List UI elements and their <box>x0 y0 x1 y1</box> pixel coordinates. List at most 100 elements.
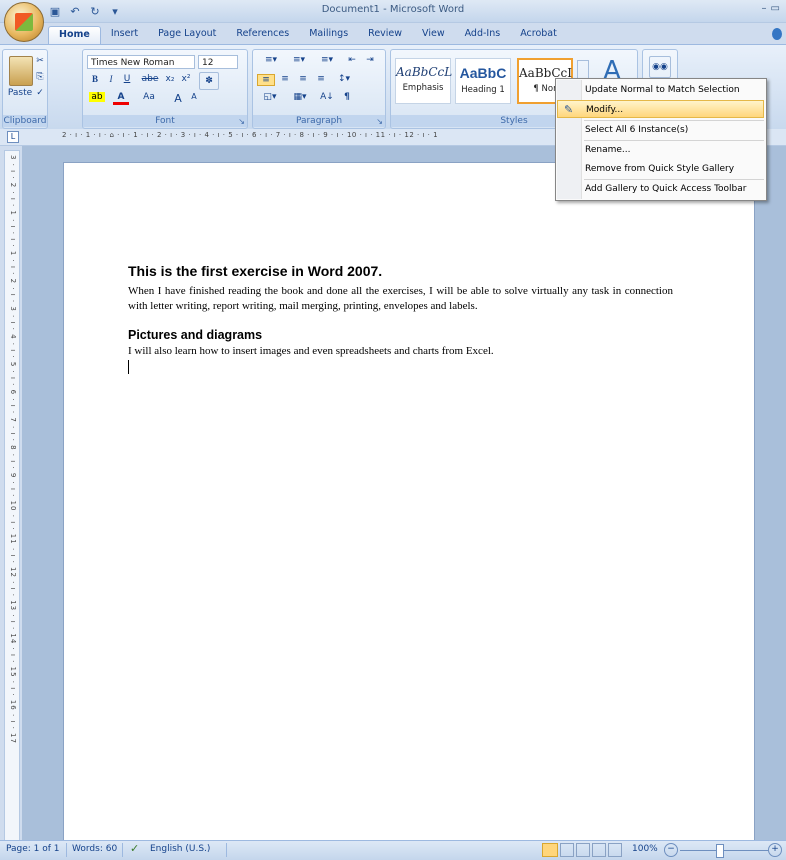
tab-add-ins[interactable]: Add-Ins <box>455 26 511 44</box>
tab-page-layout[interactable]: Page Layout <box>148 26 226 44</box>
multilevel-list-icon[interactable]: ≡▾ <box>313 55 341 65</box>
clipboard-group: Paste ✂ ⎘ ✓ Clipboard <box>2 49 48 129</box>
paragraph-group: ≡▾ ≡▾ ≡▾ ⇤ ⇥ ≡ ≡ ≡ ≡ ↕▾ ◱▾ ▦▾ A↓ ¶ Parag… <box>252 49 386 129</box>
document-paragraph-2: I will also learn how to insert images a… <box>128 345 494 357</box>
paragraph-dialog-launcher-icon[interactable]: ↘ <box>376 117 383 126</box>
document-paragraph-1: When I have finished reading the book an… <box>128 285 673 312</box>
decrease-indent-icon[interactable]: ⇤ <box>345 55 359 65</box>
zoom-slider-thumb[interactable] <box>716 844 724 858</box>
menu-item-add-gallery-to-qat[interactable]: Add Gallery to Quick Access Toolbar <box>557 180 764 198</box>
show-hide-button[interactable]: ¶ <box>339 92 355 102</box>
align-right-icon[interactable]: ≡ <box>295 74 311 84</box>
justify-icon[interactable]: ≡ <box>313 74 329 84</box>
tab-view[interactable]: View <box>412 26 455 44</box>
page-count[interactable]: Page: 1 of 1 <box>6 844 60 854</box>
clipboard-group-label: Clipboard <box>3 115 47 127</box>
sort-button[interactable]: A↓ <box>319 92 335 102</box>
clear-formatting-icon[interactable]: ✽ <box>199 72 219 90</box>
menu-item-modify-label: Modify... <box>586 105 624 115</box>
find-binoculars-icon[interactable]: ◉◉ <box>649 56 671 78</box>
borders-icon[interactable]: ▦▾ <box>287 92 313 102</box>
align-center-icon[interactable]: ≡ <box>277 74 293 84</box>
font-size-combo[interactable]: 12 <box>198 55 238 69</box>
context-menu: Update Normal to Match Selection ✎ Modif… <box>555 78 767 201</box>
align-left-icon[interactable]: ≡ <box>257 74 275 86</box>
grow-font-button[interactable]: A <box>171 92 185 105</box>
copy-icon[interactable]: ⎘ <box>35 72 45 82</box>
font-group-label: Font <box>83 115 247 127</box>
style-tile-emphasis[interactable]: AaBbCcL Emphasis <box>395 58 453 104</box>
line-spacing-icon[interactable]: ↕▾ <box>333 74 355 84</box>
bullets-icon[interactable]: ≡▾ <box>257 55 285 65</box>
window-controls: – ▭ <box>762 3 780 14</box>
tab-insert[interactable]: Insert <box>101 26 148 44</box>
modify-style-icon: ✎ <box>564 103 574 116</box>
strikethrough-button[interactable]: abe <box>141 74 159 84</box>
zoom-in-icon[interactable]: + <box>768 843 782 857</box>
status-bar: Page: 1 of 1 Words: 60 ✓ English (U.S.) … <box>0 840 786 860</box>
style-name: Heading 1 <box>461 85 505 95</box>
change-case-button[interactable]: Aa <box>139 92 159 102</box>
tab-acrobat[interactable]: Acrobat <box>510 26 567 44</box>
office-logo-icon <box>15 13 33 31</box>
status-separator <box>122 843 123 857</box>
text-caret <box>128 360 129 374</box>
tab-selector[interactable]: L <box>7 131 19 143</box>
style-sample: AaBbCcL <box>396 65 453 79</box>
style-sample: AaBbC <box>459 65 507 81</box>
font-dialog-launcher-icon[interactable]: ↘ <box>238 117 245 126</box>
menu-item-modify[interactable]: ✎ Modify... <box>557 100 764 118</box>
window-title: Document1 - Microsoft Word <box>321 4 465 15</box>
zoom-level[interactable]: 100% <box>632 844 658 854</box>
maximize-button[interactable]: ▭ <box>771 3 780 14</box>
shading-icon[interactable]: ◱▾ <box>257 92 283 102</box>
print-layout-view-icon[interactable] <box>542 843 558 857</box>
italic-button[interactable]: I <box>105 74 117 84</box>
status-separator <box>226 843 227 857</box>
outline-view-icon[interactable] <box>592 843 606 857</box>
underline-button[interactable]: U <box>121 74 133 84</box>
superscript-button[interactable]: x² <box>179 74 193 84</box>
web-layout-view-icon[interactable] <box>576 843 590 857</box>
ribbon-tabs: Home Insert Page Layout References Maili… <box>48 26 567 44</box>
ruler-ticks: 2 · ı · 1 · ı · ⌂ · ı · 1 · ı · 2 · ı · … <box>62 131 439 139</box>
document-heading-1: This is the first exercise in Word 2007. <box>128 263 383 279</box>
shrink-font-button[interactable]: A <box>187 92 201 101</box>
vertical-ruler-ticks: 3 · ı · 2 · ı · 1 · ı · ı · 1 · ı · 2 · … <box>9 155 17 744</box>
office-button[interactable] <box>4 2 44 42</box>
tab-references[interactable]: References <box>226 26 299 44</box>
increase-indent-icon[interactable]: ⇥ <box>363 55 377 65</box>
subscript-button[interactable]: x₂ <box>163 74 177 84</box>
minimize-button[interactable]: – <box>762 3 767 14</box>
zoom-out-icon[interactable]: − <box>664 843 678 857</box>
language-indicator[interactable]: English (U.S.) <box>150 844 210 854</box>
font-color-icon[interactable]: A <box>113 92 129 105</box>
document-heading-2: Pictures and diagrams <box>128 328 263 342</box>
font-name-combo[interactable]: Times New Roman <box>87 55 195 69</box>
font-group: Times New Roman 12 B I U abe x₂ x² ✽ ab … <box>82 49 248 129</box>
help-icon[interactable] <box>772 28 782 40</box>
tab-home[interactable]: Home <box>48 26 101 44</box>
bold-button[interactable]: B <box>89 74 101 84</box>
format-painter-icon[interactable]: ✓ <box>35 88 45 98</box>
status-separator <box>66 843 67 857</box>
menu-item-select-all[interactable]: Select All 6 Instance(s) <box>557 121 764 139</box>
tab-mailings[interactable]: Mailings <box>299 26 358 44</box>
menu-item-rename[interactable]: Rename... <box>557 141 764 159</box>
paragraph-group-label: Paragraph <box>253 115 385 127</box>
paste-button[interactable]: Paste <box>5 88 35 98</box>
paste-icon[interactable] <box>9 56 33 86</box>
word-count[interactable]: Words: 60 <box>72 844 117 854</box>
style-tile-heading1[interactable]: AaBbC Heading 1 <box>455 58 511 104</box>
proofing-icon[interactable]: ✓ <box>130 842 139 855</box>
cut-icon[interactable]: ✂ <box>35 56 45 66</box>
draft-view-icon[interactable] <box>608 843 622 857</box>
numbering-icon[interactable]: ≡▾ <box>285 55 313 65</box>
style-name: Emphasis <box>402 83 444 93</box>
menu-item-update-normal[interactable]: Update Normal to Match Selection <box>557 81 764 99</box>
zoom-slider-track <box>680 850 768 851</box>
highlight-icon[interactable]: ab <box>89 92 105 102</box>
menu-item-remove-from-gallery[interactable]: Remove from Quick Style Gallery <box>557 160 764 178</box>
tab-review[interactable]: Review <box>358 26 412 44</box>
full-screen-reading-view-icon[interactable] <box>560 843 574 857</box>
